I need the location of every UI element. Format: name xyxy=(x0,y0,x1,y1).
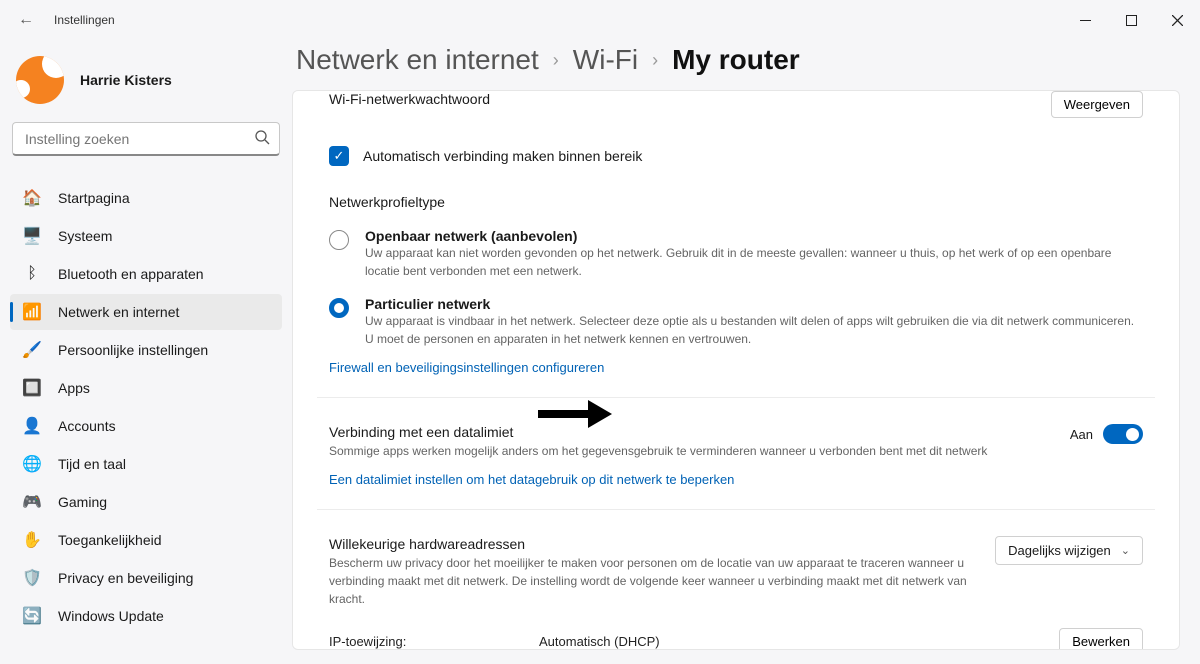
random-hw-value: Dagelijks wijzigen xyxy=(1008,543,1111,558)
netwerk-icon: 📶 xyxy=(22,302,42,322)
sidebar-item-label: Windows Update xyxy=(58,608,164,624)
radio-private-network[interactable]: Particulier netwerk Uw apparaat is vindb… xyxy=(293,286,1179,354)
auto-connect-label: Automatisch verbinding maken binnen bere… xyxy=(363,148,642,164)
sidebar-item-label: Bluetooth en apparaten xyxy=(58,266,204,282)
divider xyxy=(317,509,1155,510)
privacy-icon: 🛡️ xyxy=(22,568,42,588)
sidebar-item-persoonlijk[interactable]: 🖌️ Persoonlijke instellingen xyxy=(10,332,282,368)
sidebar-item-apps[interactable]: 🔲 Apps xyxy=(10,370,282,406)
row-auto-connect: ✓ Automatisch verbinding maken binnen be… xyxy=(293,130,1179,176)
sidebar-item-label: Privacy en beveiliging xyxy=(58,570,193,586)
window-close-button[interactable] xyxy=(1154,0,1200,40)
startpagina-icon: 🏠 xyxy=(22,188,42,208)
profile[interactable]: Harrie Kisters xyxy=(10,50,282,122)
sidebar: Harrie Kisters 🏠 Startpagina 🖥️ Systeem ᛒ Blu… xyxy=(0,40,292,664)
radio-public[interactable] xyxy=(329,230,349,250)
chevron-right-icon: › xyxy=(652,50,658,71)
breadcrumb-current: My router xyxy=(672,44,800,76)
firewall-link[interactable]: Firewall en beveiligingsinstellingen con… xyxy=(293,354,1179,389)
sidebar-item-label: Accounts xyxy=(58,418,116,434)
sidebar-item-startpagina[interactable]: 🏠 Startpagina xyxy=(10,180,282,216)
ip-key: IP-toewijzing: xyxy=(329,634,539,649)
divider xyxy=(317,397,1155,398)
auto-connect-checkbox[interactable]: ✓ xyxy=(329,146,349,166)
back-button[interactable]: ← xyxy=(18,11,36,29)
sidebar-item-netwerk[interactable]: 📶 Netwerk en internet xyxy=(10,294,282,330)
apps-icon: 🔲 xyxy=(22,378,42,398)
row-random-hw: Willekeurige hardwareadressen Bescherm u… xyxy=(293,518,1179,614)
radio-public-label: Openbaar netwerk (aanbevolen) xyxy=(365,228,1143,244)
sidebar-item-privacy[interactable]: 🛡️ Privacy en beveiliging xyxy=(10,560,282,596)
sidebar-item-label: Netwerk en internet xyxy=(58,304,179,320)
ip-val: Automatisch (DHCP) xyxy=(539,634,1059,649)
row-metered: Verbinding met een datalimiet Sommige ap… xyxy=(293,406,1179,466)
search-icon[interactable] xyxy=(255,130,270,148)
row-wifi-password: Wi-Fi-netwerkwachtwoord Weergeven xyxy=(293,91,1179,130)
app-title: Instellingen xyxy=(54,13,115,27)
random-hw-desc: Bescherm uw privacy door het moeilijker … xyxy=(329,554,969,608)
windows-update-icon: 🔄 xyxy=(22,606,42,626)
radio-private[interactable] xyxy=(329,298,349,318)
bluetooth-icon: ᛒ xyxy=(22,264,42,284)
chevron-down-icon: ⌄ xyxy=(1121,544,1130,557)
sidebar-item-tijd-taal[interactable]: 🌐 Tijd en taal xyxy=(10,446,282,482)
chevron-right-icon: › xyxy=(553,50,559,71)
accounts-icon: 👤 xyxy=(22,416,42,436)
radio-public-network[interactable]: Openbaar netwerk (aanbevolen) Uw apparaa… xyxy=(293,218,1179,286)
content-area: Netwerk en internet › Wi-Fi › My router … xyxy=(292,40,1200,664)
gaming-icon: 🎮 xyxy=(22,492,42,512)
titlebar: ← Instellingen xyxy=(0,0,1200,40)
systeem-icon: 🖥️ xyxy=(22,226,42,246)
nav: 🏠 Startpagina 🖥️ Systeem ᛒ Bluetooth en appar… xyxy=(10,180,282,634)
sidebar-item-label: Gaming xyxy=(58,494,107,510)
radio-public-desc: Uw apparaat kan niet worden gevonden op … xyxy=(365,244,1143,280)
window-maximize-button[interactable] xyxy=(1108,0,1154,40)
show-password-button[interactable]: Weergeven xyxy=(1051,91,1143,118)
search-input[interactable] xyxy=(12,122,280,156)
sidebar-item-systeem[interactable]: 🖥️ Systeem xyxy=(10,218,282,254)
radio-private-desc: Uw apparaat is vindbaar in het netwerk. … xyxy=(365,312,1143,348)
breadcrumb-netwerk[interactable]: Netwerk en internet xyxy=(296,44,539,76)
row-ip-assignment: IP-toewijzing: Automatisch (DHCP) Bewerk… xyxy=(293,614,1179,650)
random-hw-title: Willekeurige hardwareadressen xyxy=(329,536,969,552)
sidebar-item-label: Startpagina xyxy=(58,190,130,206)
sidebar-item-label: Persoonlijke instellingen xyxy=(58,342,208,358)
profile-type-heading: Netwerkprofieltype xyxy=(293,176,1179,218)
sidebar-item-accounts[interactable]: 👤 Accounts xyxy=(10,408,282,444)
metered-desc: Sommige apps werken mogelijk anders om h… xyxy=(329,442,987,460)
sidebar-item-label: Toegankelijkheid xyxy=(58,532,162,548)
avatar xyxy=(16,56,64,104)
metered-toggle-label: Aan xyxy=(1070,427,1093,442)
breadcrumb: Netwerk en internet › Wi-Fi › My router xyxy=(292,44,1180,90)
sidebar-item-windows-update[interactable]: 🔄 Windows Update xyxy=(10,598,282,634)
window-minimize-button[interactable] xyxy=(1062,0,1108,40)
profile-name: Harrie Kisters xyxy=(80,72,172,88)
sidebar-item-toegankelijkheid[interactable]: ✋ Toegankelijkheid xyxy=(10,522,282,558)
sidebar-item-label: Apps xyxy=(58,380,90,396)
random-hw-dropdown[interactable]: Dagelijks wijzigen ⌄ xyxy=(995,536,1143,565)
metered-toggle[interactable] xyxy=(1103,424,1143,444)
toegankelijkheid-icon: ✋ xyxy=(22,530,42,550)
ip-edit-button[interactable]: Bewerken xyxy=(1059,628,1143,650)
radio-private-label: Particulier netwerk xyxy=(365,296,1143,312)
sidebar-item-bluetooth[interactable]: ᛒ Bluetooth en apparaten xyxy=(10,256,282,292)
persoonlijk-icon: 🖌️ xyxy=(22,340,42,360)
breadcrumb-wifi[interactable]: Wi-Fi xyxy=(573,44,638,76)
sidebar-item-label: Systeem xyxy=(58,228,112,244)
data-limit-link[interactable]: Een datalimiet instellen om het datagebr… xyxy=(293,466,1179,501)
wifi-password-label: Wi-Fi-netwerkwachtwoord xyxy=(329,91,1031,107)
settings-panel: Wi-Fi-netwerkwachtwoord Weergeven ✓ Auto… xyxy=(292,90,1180,650)
metered-title: Verbinding met een datalimiet xyxy=(329,424,987,440)
sidebar-item-gaming[interactable]: 🎮 Gaming xyxy=(10,484,282,520)
sidebar-item-label: Tijd en taal xyxy=(58,456,126,472)
tijd-taal-icon: 🌐 xyxy=(22,454,42,474)
